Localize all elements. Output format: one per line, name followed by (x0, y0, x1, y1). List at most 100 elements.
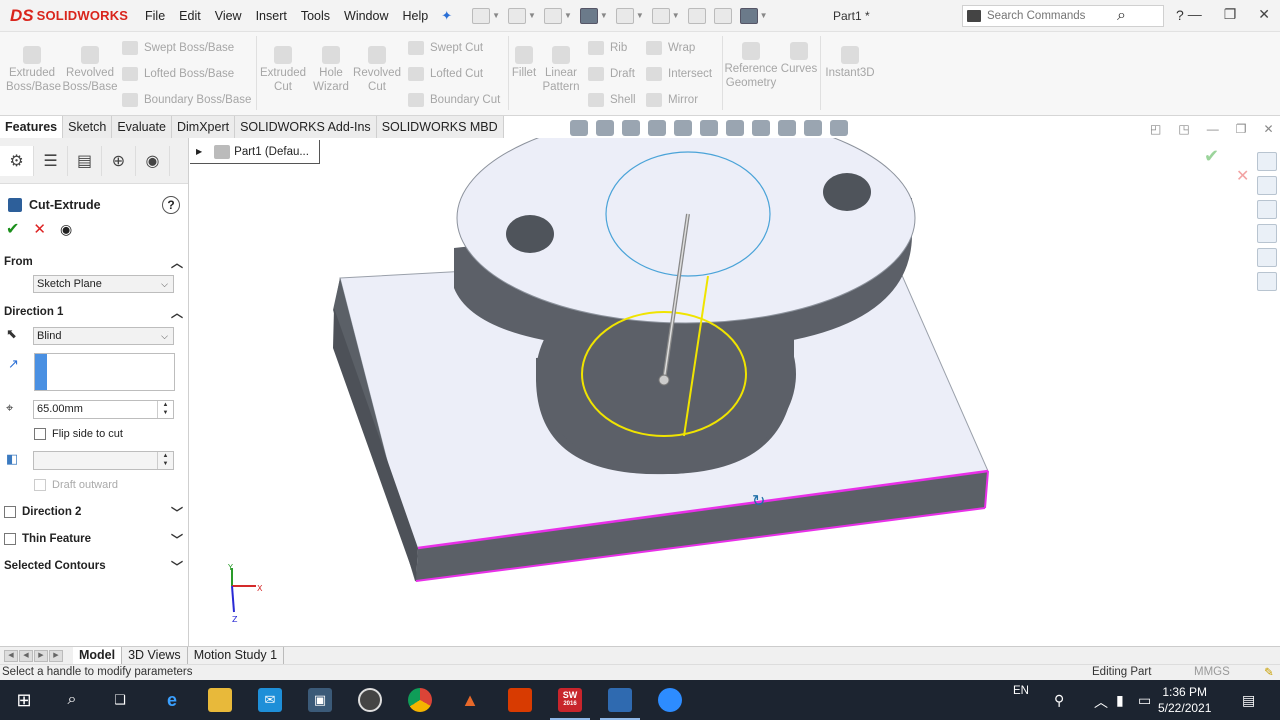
options-gear-icon[interactable] (739, 7, 758, 24)
checkbox[interactable] (34, 428, 46, 440)
confirmation-ok-icon[interactable]: ✔ (1204, 146, 1219, 167)
search-icon[interactable]: ⌕ (60, 688, 84, 712)
last-tab-icon[interactable]: ▶ (49, 649, 63, 662)
search-input[interactable] (987, 10, 1117, 22)
zoom-to-fit-icon[interactable] (570, 120, 588, 136)
design-library-icon[interactable] (1257, 176, 1277, 195)
chevron-down-icon[interactable]: ﹀ (171, 504, 183, 521)
usb-icon[interactable]: ▮ (1116, 692, 1124, 709)
thin-feature-group-header[interactable]: Thin Feature ﹀ (4, 533, 185, 547)
view-orientation-icon[interactable] (700, 120, 718, 136)
fillet-button[interactable]: Fillet (510, 46, 538, 80)
close-icon[interactable]: ✕ (1263, 122, 1273, 136)
task-view-icon[interactable]: ❑ (108, 688, 132, 712)
from-select[interactable]: Sketch Plane ⌵ (33, 275, 174, 293)
instant3d-button[interactable]: Instant3D (822, 46, 878, 80)
chevron-down-icon[interactable]: ▼ (564, 11, 572, 20)
help-icon[interactable]: ? (162, 196, 180, 214)
solidworks-taskbar-icon[interactable]: SW 2016 (550, 688, 590, 720)
direction2-checkbox[interactable] (4, 506, 16, 518)
file-properties-icon[interactable] (713, 7, 732, 24)
section-view-icon[interactable] (648, 120, 666, 136)
search-commands[interactable]: ⌕ (962, 5, 1164, 27)
rib-button[interactable]: Rib (588, 41, 627, 55)
expand-triangle-icon[interactable]: ▶ (196, 147, 202, 156)
extruded-boss-button[interactable]: Extruded Boss/Base (6, 46, 61, 94)
chevron-down-icon[interactable]: ﹀ (171, 558, 183, 575)
tab-model[interactable]: Model (73, 647, 123, 664)
chevron-up-icon[interactable]: ︿ (1094, 692, 1108, 712)
lofted-cut-button[interactable]: Lofted Cut (408, 67, 483, 81)
spin-arrows-icon[interactable]: ▲ ▼ (157, 401, 173, 418)
search-scope-icon[interactable] (967, 10, 981, 22)
wrap-button[interactable]: Wrap (646, 41, 695, 55)
clock[interactable]: 1:36 PM 5/22/2021 (1158, 684, 1211, 716)
reference-geometry-button[interactable]: Reference Geometry (724, 42, 778, 90)
open-icon[interactable] (508, 7, 527, 24)
first-tab-icon[interactable]: ◀ (4, 649, 18, 662)
quick-tips-icon[interactable]: ✎ (1264, 665, 1274, 679)
direction2-group-header[interactable]: Direction 2 ﹀ (4, 504, 185, 521)
selected-contours-group-header[interactable]: Selected Contours ﹀ (4, 558, 185, 575)
feature-manager-icon[interactable]: ⚙ (0, 145, 34, 176)
minimize-icon[interactable]: — (1207, 122, 1219, 136)
solidworks-logo[interactable]: DS SOLIDWORKS (0, 6, 138, 26)
feature-tree-flyout[interactable]: ▶ Part1 (Defau... (190, 140, 320, 164)
view-palette-icon[interactable] (1257, 224, 1277, 243)
edge-browser-icon[interactable]: e (160, 688, 184, 712)
menu-help[interactable]: Help (396, 0, 436, 32)
tab-dimxpert[interactable]: DimXpert (172, 116, 236, 138)
appearances-icon[interactable] (1257, 248, 1277, 267)
menu-view[interactable]: View (208, 0, 249, 32)
hole-wizard-button[interactable]: Hole Wizard (310, 46, 352, 94)
windows-start-icon[interactable]: ⊞ (12, 688, 36, 712)
direction-selection-box[interactable] (34, 353, 175, 391)
draft-onoff-icon[interactable]: ◧ (6, 451, 26, 469)
hide-show-items-icon[interactable] (752, 120, 770, 136)
whiteboard-icon[interactable] (600, 688, 640, 720)
prev-tab-icon[interactable]: ◀ (19, 649, 33, 662)
from-group-header[interactable]: From ︿ (4, 256, 185, 270)
menu-window[interactable]: Window (337, 0, 395, 32)
media-player-icon[interactable] (358, 688, 382, 712)
tab-3d-views[interactable]: 3D Views (122, 647, 188, 664)
direction1-group-header[interactable]: Direction 1 ︿ (4, 304, 185, 321)
tab-features[interactable]: Features (0, 116, 64, 138)
depth-input[interactable]: 65.00mm ▲ ▼ (33, 400, 174, 419)
chrome-icon[interactable] (408, 688, 432, 712)
boundary-boss-button[interactable]: Boundary Boss/Base (122, 93, 251, 107)
store-icon[interactable]: ▣ (308, 688, 332, 712)
menu-file[interactable]: File (138, 0, 172, 32)
tab-sketch[interactable]: Sketch (63, 116, 113, 138)
mail-icon[interactable]: ✉ (258, 688, 282, 712)
tab-addins[interactable]: SOLIDWORKS Add-Ins (235, 116, 377, 138)
chevron-down-icon[interactable]: ▼ (636, 11, 644, 20)
revolved-cut-button[interactable]: Revolved Cut (352, 46, 402, 94)
preview-eye-icon[interactable]: ◉ (60, 221, 72, 238)
new-document-icon[interactable] (472, 7, 491, 24)
boundary-cut-button[interactable]: Boundary Cut (408, 93, 500, 107)
undo-icon[interactable] (615, 7, 634, 24)
curves-button[interactable]: Curves (780, 42, 818, 76)
file-explorer-icon[interactable] (208, 688, 232, 712)
flange-hole-right[interactable] (823, 173, 871, 211)
chevron-down-icon[interactable]: ▼ (760, 11, 768, 20)
cancel-x-icon[interactable]: ✕ (33, 220, 46, 238)
previous-view-icon[interactable] (622, 120, 640, 136)
draft-angle-input[interactable]: ▲ ▼ (33, 451, 174, 470)
close-icon[interactable]: ✕ (1258, 6, 1270, 23)
display-style-icon[interactable] (726, 120, 744, 136)
configuration-manager-icon[interactable]: ▤ (68, 145, 102, 176)
collapse-left-icon[interactable]: ◰ (1150, 122, 1161, 136)
view-settings-icon[interactable] (830, 120, 848, 136)
chevron-up-icon[interactable]: ︿ (171, 304, 183, 321)
restore-icon[interactable]: ❐ (1236, 122, 1247, 136)
flip-side-checkbox[interactable]: Flip side to cut (34, 428, 123, 440)
confirmation-cancel-icon[interactable]: ✕ (1236, 166, 1249, 186)
unit-system[interactable]: MMGS (1194, 666, 1230, 678)
pin-icon[interactable]: ✦ (441, 8, 452, 24)
zoom-icon[interactable] (658, 688, 682, 712)
ok-check-icon[interactable]: ✔ (6, 219, 19, 239)
select-icon[interactable] (651, 7, 670, 24)
swept-boss-button[interactable]: Swept Boss/Base (122, 41, 234, 55)
